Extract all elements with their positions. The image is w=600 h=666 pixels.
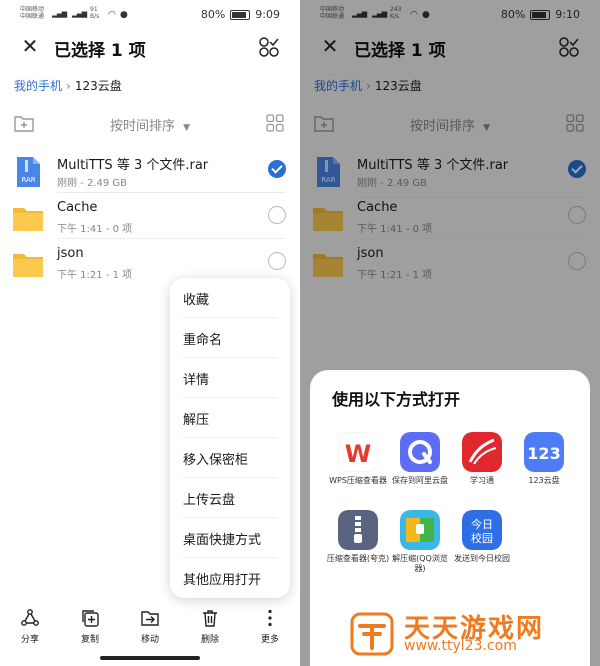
menu-item-desktop-shortcut[interactable]: 桌面快捷方式 — [170, 518, 290, 558]
more-button[interactable]: 更多 — [248, 604, 292, 650]
rar-file-icon: RAR — [17, 157, 40, 187]
page-title: 已选择 1 项 — [54, 41, 146, 61]
right-screen: 中国移动 中国联通 ▂▄▆ ▂▄▆ 243 K/s ◠ ● 80% 9:10 ✕… — [300, 0, 600, 666]
copy-button[interactable]: 复制 — [68, 604, 112, 650]
app-wps-zip-viewer[interactable]: W WPS压缩查看器 — [326, 432, 390, 502]
watermark-logo-icon — [350, 612, 394, 656]
wps-icon: W — [338, 432, 378, 472]
wifi-icon: ◠ — [108, 10, 116, 20]
wechat-icon: ● — [120, 10, 128, 20]
app-quark-zip-viewer[interactable]: 压缩查看器(夸克) — [326, 510, 390, 580]
menu-item-details[interactable]: 详情 — [170, 358, 290, 398]
sort-dropdown[interactable]: 按时间排序 ▼ — [110, 115, 190, 134]
carrier-labels: 中国移动 中国联通 — [20, 6, 45, 20]
signal-icon: ▂▄▆ — [52, 10, 67, 18]
app-xuexitong[interactable]: 学习通 — [450, 432, 514, 502]
xuexitong-icon — [462, 432, 502, 472]
file-meta: 刚刚 - 2.49 GB — [57, 178, 128, 189]
svg-text:RAR: RAR — [21, 176, 35, 184]
divider — [57, 238, 286, 239]
123pan-icon: 123 — [524, 432, 564, 472]
app-aliyun-drive[interactable]: 保存到阿里云盘 — [388, 432, 452, 502]
divider — [57, 192, 286, 193]
folder-icon — [13, 208, 43, 231]
select-all-icon[interactable] — [258, 36, 280, 58]
file-meta: 下午 1:41 - 0 项 — [57, 224, 133, 235]
svg-text:今日: 今日 — [471, 517, 493, 531]
svg-text:123: 123 — [527, 444, 560, 463]
title-bar: ✕ 已选择 1 项 — [0, 30, 300, 64]
menu-item-extract[interactable]: 解压 — [170, 398, 290, 438]
more-vertical-icon — [268, 609, 272, 627]
menu-item-upload-cloud[interactable]: 上传云盘 — [170, 478, 290, 518]
app-123pan[interactable]: 123 123云盘 — [512, 432, 576, 502]
watermark-url: www.ttyl23.com — [404, 638, 517, 654]
menu-item-open-with[interactable]: 其他应用打开 — [170, 558, 290, 598]
home-indicator[interactable] — [100, 656, 200, 660]
battery-percent: 80% — [200, 8, 226, 21]
selection-checkbox[interactable] — [268, 160, 286, 178]
file-toolbar: 按时间排序 ▼ — [0, 112, 300, 138]
sheet-title: 使用以下方式打开 — [332, 390, 461, 409]
chevron-right-icon: › — [66, 79, 71, 93]
quark-zip-icon — [338, 510, 378, 550]
caret-down-icon: ▼ — [183, 123, 191, 133]
app-jinrixiaoyuan[interactable]: 今日 校园 发送到今日校园 — [450, 510, 514, 580]
selection-checkbox[interactable] — [268, 252, 286, 270]
svg-text:校园: 校园 — [471, 531, 493, 545]
menu-item-move-to-safe[interactable]: 移入保密柜 — [170, 438, 290, 478]
menu-item-rename[interactable]: 重命名 — [170, 318, 290, 358]
share-button[interactable]: 分享 — [8, 604, 52, 650]
close-icon[interactable]: ✕ — [20, 36, 40, 56]
folder-icon — [13, 254, 43, 277]
watermark: 天天游戏网 www.ttyl23.com — [338, 606, 600, 662]
menu-item-favorite[interactable]: 收藏 — [170, 278, 290, 318]
aliyun-drive-icon — [400, 432, 440, 472]
breadcrumb: 我的手机 › 123云盘 — [14, 77, 122, 94]
network-speed: 91 B/s — [90, 6, 100, 20]
copy-icon — [82, 610, 99, 627]
signal-icon: ▂▄▆ — [72, 10, 87, 18]
trash-icon — [203, 610, 217, 627]
context-menu: 收藏 重命名 详情 解压 移入保密柜 上传云盘 桌面快捷方式 其他应用打开 — [170, 278, 290, 598]
clock: 9:09 — [255, 8, 280, 21]
battery-icon — [230, 9, 251, 20]
share-icon — [21, 609, 39, 626]
delete-button[interactable]: 删除 — [188, 604, 232, 650]
move-icon — [141, 611, 159, 626]
selection-checkbox[interactable] — [268, 206, 286, 224]
file-meta: 下午 1:21 - 1 项 — [57, 270, 133, 281]
grid-view-icon[interactable] — [266, 114, 284, 132]
app-qq-browser-unzip[interactable]: 解压缩(QQ浏览器) — [388, 510, 452, 580]
svg-text:W: W — [345, 440, 371, 468]
bottom-action-bar: 分享 复制 移动 删除 更多 — [0, 604, 300, 654]
left-screen: 中国移动 中国联通 ▂▄▆ ▂▄▆ 91 B/s ◠ ● 80% 9:09 ✕ … — [0, 0, 300, 666]
breadcrumb-current: 123云盘 — [74, 79, 122, 93]
file-name: Cache — [57, 200, 98, 215]
status-bar: 中国移动 中国联通 ▂▄▆ ▂▄▆ 91 B/s ◠ ● 80% 9:09 — [0, 4, 300, 26]
breadcrumb-root[interactable]: 我的手机 — [14, 79, 62, 93]
qq-zip-icon — [400, 510, 440, 550]
move-button[interactable]: 移动 — [128, 604, 172, 650]
new-folder-icon[interactable] — [14, 114, 34, 132]
status-right: 80% 9:09 — [201, 8, 280, 21]
file-name: MultiTTS 等 3 个文件.rar — [57, 158, 209, 173]
jinrixiaoyuan-icon: 今日 校园 — [462, 510, 502, 550]
file-name: json — [57, 246, 84, 261]
sort-label: 按时间排序 — [110, 119, 176, 134]
